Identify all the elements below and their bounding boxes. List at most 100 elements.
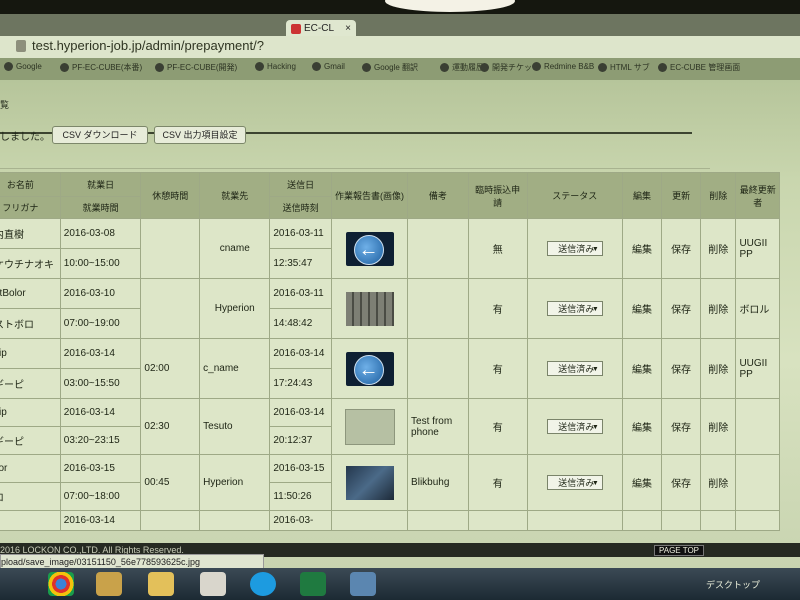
edit-link[interactable]: 編集 bbox=[621, 398, 663, 455]
bookmark-item[interactable]: HTML サブ bbox=[598, 62, 650, 73]
cell-status[interactable]: 送信済み bbox=[526, 338, 624, 399]
cell-kana: ウギーピ bbox=[0, 368, 61, 399]
save-link[interactable]: 保存 bbox=[661, 454, 702, 511]
arrow-icon[interactable] bbox=[345, 351, 394, 386]
favicon-icon bbox=[291, 24, 301, 34]
save-link[interactable]: 保存 bbox=[661, 398, 702, 455]
cell-sent-date: 2016-03-14 bbox=[269, 338, 333, 369]
delete-link[interactable]: 削除 bbox=[700, 338, 737, 399]
cell-sent-date: 2016-03-14 bbox=[269, 398, 333, 427]
status-select[interactable]: 送信済み bbox=[546, 475, 603, 491]
header-sent-date: 送信日 bbox=[269, 172, 333, 197]
cell-company: c_name bbox=[199, 338, 271, 399]
cell-report[interactable] bbox=[331, 398, 409, 455]
cell-sent-date: 2016-03-11 bbox=[269, 278, 333, 309]
bookmark-item[interactable]: Google 翻訳 bbox=[362, 62, 418, 73]
cell-report[interactable] bbox=[331, 218, 409, 279]
chrome-icon[interactable] bbox=[48, 572, 74, 596]
tab-title: EC-CL bbox=[304, 23, 335, 34]
header-status: ステータス bbox=[526, 172, 624, 219]
dark-photo-icon[interactable] bbox=[345, 465, 394, 500]
csv-settings-button[interactable]: CSV 出力項目設定 bbox=[154, 126, 246, 144]
delete-link[interactable]: 削除 bbox=[700, 398, 737, 455]
header-edit: 編集 bbox=[621, 172, 663, 219]
bookmark-item[interactable]: PF-EC-CUBE(本番) bbox=[60, 62, 142, 73]
cell-hours: 10:00~15:00 bbox=[59, 248, 142, 279]
save-link[interactable]: 保存 bbox=[661, 218, 702, 279]
bookmark-item[interactable]: EC-CUBE 管理画面 bbox=[658, 62, 740, 73]
edit-link[interactable]: 編集 bbox=[621, 218, 663, 279]
monitor-screen: EC-CL × test.hyperion-job.jp/admin/prepa… bbox=[0, 0, 800, 600]
bookmark-item[interactable]: 開発チケット bbox=[480, 62, 540, 73]
header-last-updater: 最終更新者 bbox=[735, 172, 780, 219]
tray-label: デスクトップ bbox=[706, 580, 761, 590]
edit-link[interactable]: 編集 bbox=[621, 454, 663, 511]
edit-link[interactable]: 編集 bbox=[621, 338, 663, 399]
cell-date: 2016-03-10 bbox=[59, 278, 142, 309]
csv-download-button[interactable]: CSV ダウンロード bbox=[52, 126, 148, 144]
cell-report[interactable] bbox=[331, 278, 409, 339]
cell-name: Ugiip bbox=[0, 398, 61, 427]
bookmark-item[interactable]: Google bbox=[4, 62, 42, 72]
browser-tabbar bbox=[0, 14, 800, 36]
divider bbox=[0, 168, 710, 169]
bookmark-item[interactable]: 運動履歴 bbox=[440, 62, 484, 73]
status-select[interactable]: 送信済み bbox=[546, 419, 603, 435]
cell-status[interactable]: 送信済み bbox=[526, 278, 624, 339]
document-photo-icon[interactable] bbox=[344, 408, 395, 445]
cell-status[interactable]: 送信済み bbox=[526, 218, 624, 279]
cell-company: Hyperion bbox=[199, 278, 271, 339]
cell-status[interactable]: 送信済み bbox=[526, 454, 624, 511]
cell-report[interactable] bbox=[331, 338, 409, 399]
excel-icon[interactable] bbox=[300, 572, 326, 596]
header-sent-time: 送信時刻 bbox=[269, 196, 333, 219]
cell-sent-time: 17:24:43 bbox=[269, 368, 333, 399]
cell-updater bbox=[735, 454, 780, 511]
photo-icon[interactable] bbox=[350, 572, 376, 596]
skype-icon[interactable] bbox=[250, 572, 276, 596]
keyboard-photo-icon[interactable] bbox=[345, 291, 394, 326]
cell-temp: 有 bbox=[467, 454, 528, 511]
edit-link[interactable]: 編集 bbox=[621, 278, 663, 339]
cell-date: 2016-03-14 bbox=[59, 398, 142, 427]
table-row-partial: 2016-03-14 2016-03- bbox=[0, 510, 780, 531]
cell-note bbox=[407, 218, 469, 279]
notepad-icon[interactable] bbox=[200, 572, 226, 596]
folder-icon[interactable] bbox=[148, 572, 174, 596]
cell-hours: 07:00~19:00 bbox=[59, 308, 142, 339]
cell-name: 堀内直樹 bbox=[0, 218, 61, 249]
cell-sent-date: 2016-03- bbox=[269, 510, 333, 531]
prepayment-table: お名前 就業日 休憩時間 就業先 送信日 作業報告書(画像) 備考 臨時振込申請… bbox=[0, 172, 780, 531]
delete-link[interactable]: 削除 bbox=[700, 218, 737, 279]
cell-temp: 有 bbox=[467, 278, 528, 339]
cell-name: Bolor bbox=[0, 454, 61, 483]
url-text[interactable]: test.hyperion-job.jp/admin/prepayment/? bbox=[32, 38, 264, 53]
delete-link[interactable]: 削除 bbox=[700, 278, 737, 339]
cell-kana: ナケウチナオキ bbox=[0, 248, 61, 279]
bookmark-item[interactable]: PF-EC-CUBE(開発) bbox=[155, 62, 237, 73]
status-select[interactable]: 送信済み bbox=[546, 241, 603, 257]
cell-sent-time: 20:12:37 bbox=[269, 426, 333, 455]
cell-name: Ugiip bbox=[0, 338, 61, 369]
cell-name: TestBolor bbox=[0, 278, 61, 309]
save-link[interactable]: 保存 bbox=[661, 338, 702, 399]
table-row: Bolor 2016-03-15 00:45 Hyperion 2016-03-… bbox=[0, 454, 780, 511]
header-name: お名前 bbox=[0, 172, 61, 197]
header-break: 休憩時間 bbox=[140, 172, 201, 219]
bookmark-item[interactable]: Redmine B&B bbox=[532, 62, 594, 72]
save-link[interactable]: 保存 bbox=[661, 278, 702, 339]
arrow-icon[interactable] bbox=[345, 231, 394, 266]
cell-report[interactable] bbox=[331, 454, 409, 511]
page-top-button[interactable]: PAGE TOP bbox=[654, 545, 705, 556]
cell-status[interactable]: 送信済み bbox=[526, 398, 624, 455]
bookmark-item[interactable]: Hacking bbox=[255, 62, 296, 72]
explorer-icon[interactable] bbox=[96, 572, 122, 596]
header-company: 就業先 bbox=[199, 172, 271, 219]
status-select[interactable]: 送信済み bbox=[546, 361, 603, 377]
status-select[interactable]: 送信済み bbox=[546, 301, 603, 317]
bookmark-item[interactable]: Gmail bbox=[312, 62, 345, 72]
cell-kana: テストボロ bbox=[0, 308, 61, 339]
cell-sent-date: 2016-03-15 bbox=[269, 454, 333, 483]
delete-link[interactable]: 削除 bbox=[700, 454, 737, 511]
cell-break: 02:00 bbox=[140, 338, 201, 399]
